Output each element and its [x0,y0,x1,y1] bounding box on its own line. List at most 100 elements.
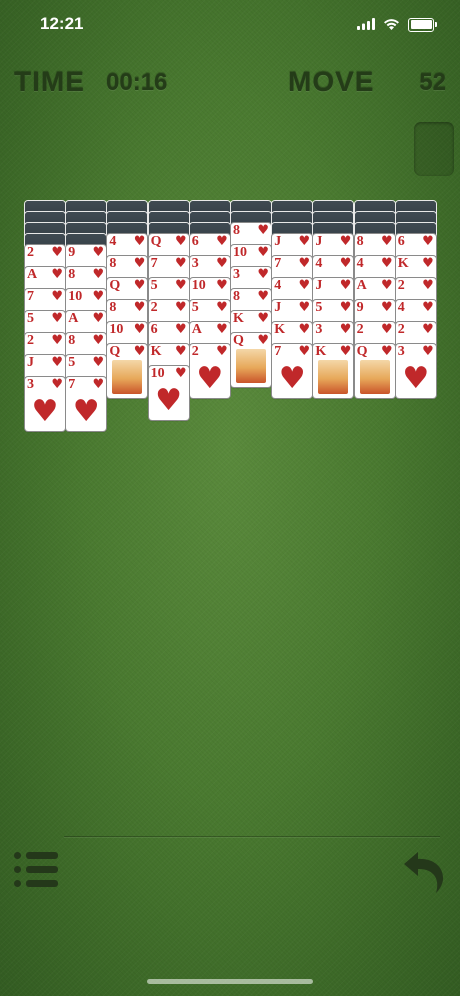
heart-suit-icon: ♥ [257,223,269,238]
face-card-art [318,360,349,394]
card-rank: A [27,267,38,282]
menu-button[interactable] [14,850,60,892]
card-rank: 2 [191,344,199,359]
playing-card[interactable]: 7 ♥ ♥ [272,344,313,398]
card-rank: 3 [315,322,323,337]
heart-suit-icon: ♥ [298,256,311,271]
heart-suit-icon: ♥ [216,344,228,359]
card-rank: Q [109,344,121,359]
card-rank: 3 [27,377,34,392]
heart-suit-icon: ♥ [92,245,105,260]
heart-suit-icon: ♥ [298,322,311,337]
heart-suit-icon: ♥ [51,267,63,282]
card-rank: Q [150,234,162,249]
card-rank: 6 [150,322,158,337]
undo-button[interactable] [396,846,448,894]
undo-icon [396,852,448,898]
heart-suit-icon: ♥ [155,383,183,418]
heart-suit-icon: ♥ [51,377,63,392]
card-rank: 8 [109,300,117,315]
card-rank: J [315,234,323,249]
card-rank: 3 [397,344,405,359]
heart-suit-icon: ♥ [133,300,146,315]
card-rank: A [356,278,367,293]
heart-suit-icon: ♥ [174,322,187,337]
card-rank: 2 [397,322,405,337]
card-rank: 4 [397,300,405,315]
card-rank: A [191,322,202,337]
card-rank: 7 [150,256,158,271]
heart-suit-icon: ♥ [174,366,187,381]
heart-suit-icon: ♥ [51,245,63,260]
card-rank: 7 [27,289,34,304]
card-rank: 5 [191,300,199,315]
card-rank: Q [109,278,121,293]
heart-suit-icon: ♥ [174,256,187,271]
card-rank: 10 [233,245,247,260]
card-rank: J [274,300,282,315]
face-card-art [236,349,266,383]
card-rank: 10 [109,322,124,337]
heart-suit-icon: ♥ [402,361,430,396]
card-rank: 8 [233,289,240,304]
heart-suit-icon: ♥ [216,256,228,271]
heart-suit-icon: ♥ [51,355,63,370]
heart-suit-icon: ♥ [92,289,105,304]
card-rank: 2 [27,333,34,348]
heart-suit-icon: ♥ [133,322,146,337]
heart-suit-icon: ♥ [216,322,228,337]
heart-suit-icon: ♥ [51,311,63,326]
card-rank: 8 [233,223,240,238]
heart-suit-icon: ♥ [174,234,187,249]
heart-suit-icon: ♥ [257,245,269,260]
bottom-divider [64,836,440,837]
card-rank: 6 [191,234,199,249]
card-rank: J [315,278,323,293]
playing-card[interactable]: Q ♥ [354,344,395,398]
heart-suit-icon: ♥ [339,234,352,249]
card-rank: 7 [274,256,282,271]
heart-suit-icon: ♥ [196,361,224,396]
face-card-art [112,360,143,394]
heart-suit-icon: ♥ [92,267,105,282]
home-indicator [147,979,313,984]
heart-suit-icon: ♥ [339,300,352,315]
card-rank: 10 [68,289,83,304]
heart-suit-icon: ♥ [380,234,393,249]
card-rank: 5 [27,311,34,326]
heart-suit-icon: ♥ [133,278,146,293]
playing-card[interactable]: 3 ♥ ♥ [395,344,436,398]
playing-card[interactable]: 10 ♥ ♥ [148,366,189,420]
heart-suit-icon: ♥ [298,234,311,249]
card-rank: 8 [356,234,364,249]
playing-card[interactable]: 2 ♥ ♥ [189,344,230,398]
card-rank: 5 [315,300,323,315]
card-rank: 8 [109,256,117,271]
playing-card[interactable]: Q ♥ [107,344,148,398]
playing-card[interactable]: 3 ♥ ♥ [25,377,65,431]
playing-card[interactable]: K ♥ [313,344,354,398]
card-rank: 3 [191,256,199,271]
heart-suit-icon: ♥ [380,322,393,337]
heart-suit-icon: ♥ [133,234,146,249]
heart-suit-icon: ♥ [257,333,269,348]
card-rank: 2 [27,245,34,260]
heart-suit-icon: ♥ [339,322,352,337]
heart-suit-icon: ♥ [298,278,311,293]
card-rank: 4 [356,256,364,271]
card-rank: 7 [274,344,282,359]
heart-suit-icon: ♥ [174,344,187,359]
heart-suit-icon: ♥ [380,300,393,315]
heart-suit-icon: ♥ [174,300,187,315]
playing-card[interactable]: 7 ♥ ♥ [66,377,107,431]
card-rank: K [150,344,162,359]
card-rank: 8 [68,267,76,282]
heart-suit-icon: ♥ [133,344,146,359]
heart-suit-icon: ♥ [422,278,434,293]
card-rank: 9 [356,300,364,315]
heart-suit-icon: ♥ [216,234,228,249]
heart-suit-icon: ♥ [174,278,187,293]
card-rank: J [27,355,34,370]
card-rank: 4 [274,278,282,293]
playing-card[interactable]: Q ♥ [231,333,271,387]
